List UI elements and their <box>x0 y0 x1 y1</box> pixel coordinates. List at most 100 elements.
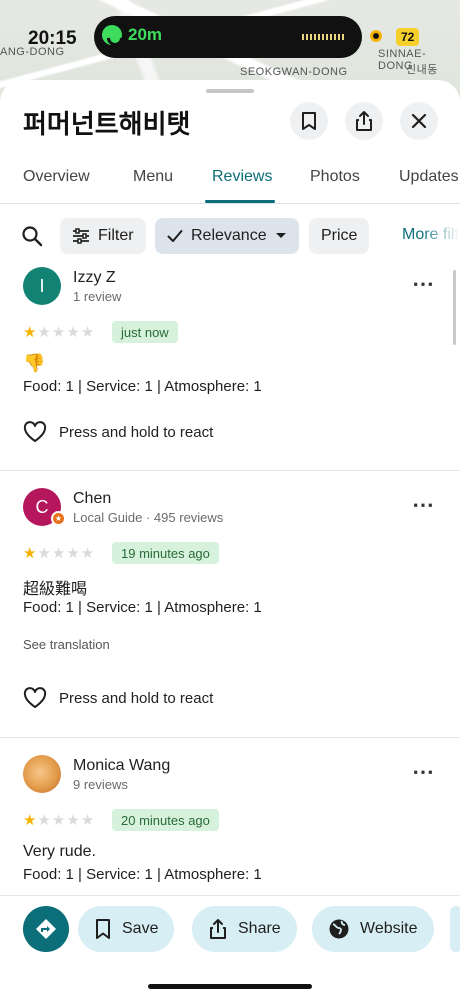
filter-chip[interactable]: Filter <box>60 218 146 254</box>
heart-icon <box>23 421 47 442</box>
map-label: 신내동 <box>406 64 438 76</box>
star-empty-icon: ★ <box>37 324 51 341</box>
review-time: 20 minutes ago <box>112 809 219 831</box>
speed-limit-badge: 72 <box>396 28 420 46</box>
bottom-action-bar: Save Share Website <box>0 895 460 1000</box>
reviewer-name[interactable]: Chen <box>73 490 111 508</box>
star-empty-icon: ★ <box>37 545 51 562</box>
sort-chip-label: Relevance <box>191 227 267 244</box>
react-button[interactable]: Press and hold to react <box>23 421 213 443</box>
review-text: 👎 <box>23 353 46 373</box>
close-icon <box>411 113 427 129</box>
clock: 20:15 <box>28 28 77 49</box>
audio-wave-icon <box>302 34 346 40</box>
website-button[interactable]: Website <box>312 906 434 952</box>
star-rating: ★ ★ ★ ★ ★ <box>23 325 94 340</box>
more-options-icon[interactable]: ⋯ <box>412 759 435 785</box>
more-options-icon[interactable]: ⋯ <box>412 492 435 518</box>
drag-handle[interactable] <box>206 89 254 93</box>
see-translation-link[interactable]: See translation <box>23 637 110 652</box>
check-icon <box>167 230 183 242</box>
tab-updates[interactable]: Updates <box>399 168 459 186</box>
review-time: just now <box>112 321 178 343</box>
more-actions-button[interactable] <box>450 906 460 952</box>
star-empty-icon: ★ <box>51 545 66 562</box>
review-ratings: Food: 1 | Service: 1 | Atmosphere: 1 <box>23 866 262 883</box>
review-ratings: Food: 1 | Service: 1 | Atmosphere: 1 <box>23 599 262 616</box>
star-empty-icon: ★ <box>66 812 80 829</box>
tab-reviews[interactable]: Reviews <box>212 168 272 186</box>
dynamic-island[interactable]: 20m <box>94 16 362 58</box>
review-time: 19 minutes ago <box>112 542 219 564</box>
tab-bar: Overview Menu Reviews Photos Updates <box>0 158 460 204</box>
map-label: SEOKGWAN-DONG <box>240 66 348 78</box>
reviewer-meta: 9 reviews <box>73 777 128 792</box>
sliders-icon <box>73 228 89 244</box>
avatar[interactable]: I <box>23 267 61 305</box>
globe-icon <box>329 919 349 939</box>
active-tab-indicator <box>205 200 275 203</box>
place-sheet: 퍼머넌트해비탯 Overview Menu Reviews Photos Upd… <box>0 80 460 1000</box>
search-icon <box>22 226 43 247</box>
home-indicator[interactable] <box>148 984 312 989</box>
reviewer-meta: 1 review <box>73 289 122 304</box>
share-label: Share <box>238 920 281 937</box>
star-filled-icon: ★ <box>23 545 37 562</box>
react-button[interactable]: Press and hold to react <box>23 687 213 709</box>
directions-button[interactable] <box>23 906 69 952</box>
share-button[interactable] <box>345 102 383 140</box>
bookmark-icon <box>96 919 110 939</box>
reviewer-name[interactable]: Izzy Z <box>73 269 116 287</box>
review-ratings: Food: 1 | Service: 1 | Atmosphere: 1 <box>23 378 262 395</box>
status-bar: 20:15 20m <box>0 14 460 60</box>
star-empty-icon: ★ <box>66 545 80 562</box>
save-label: Save <box>122 920 159 937</box>
chevron-down-icon <box>275 233 286 238</box>
star-rating: ★ ★ ★ ★ ★ <box>23 546 94 561</box>
avatar[interactable] <box>23 755 61 793</box>
price-chip-label: Price <box>321 227 358 244</box>
save-button[interactable]: Save <box>78 906 175 952</box>
star-empty-icon: ★ <box>80 545 95 562</box>
website-label: Website <box>360 920 418 937</box>
location-dot-icon <box>370 30 382 42</box>
sort-relevance-chip[interactable]: Relevance <box>155 218 299 254</box>
divider <box>0 737 460 738</box>
star-empty-icon: ★ <box>51 812 66 829</box>
scrollbar[interactable] <box>453 270 456 345</box>
search-reviews-button[interactable] <box>20 224 44 253</box>
phone-icon <box>102 25 122 45</box>
local-guide-badge-icon: ★ <box>51 511 66 526</box>
tab-overview[interactable]: Overview <box>23 168 90 186</box>
share-icon <box>356 111 372 131</box>
star-empty-icon: ★ <box>51 324 66 341</box>
share-action-button[interactable]: Share <box>192 906 297 952</box>
filter-chips: Filter Relevance Price More filters <box>0 218 460 254</box>
react-label: Press and hold to react <box>59 423 214 441</box>
close-button[interactable] <box>400 102 438 140</box>
star-rating: ★ ★ ★ ★ ★ <box>23 813 94 828</box>
reviewer-name[interactable]: Monica Wang <box>73 757 170 775</box>
price-chip[interactable]: Price <box>309 218 370 254</box>
call-duration: 20m <box>128 25 163 44</box>
star-empty-icon: ★ <box>66 324 80 341</box>
filter-chip-label: Filter <box>98 227 134 244</box>
star-empty-icon: ★ <box>80 324 95 341</box>
bookmark-icon <box>302 112 316 130</box>
bookmark-button[interactable] <box>290 102 328 140</box>
share-icon <box>210 919 226 939</box>
chip-fade-overlay <box>420 218 460 254</box>
divider <box>0 470 460 471</box>
star-filled-icon: ★ <box>23 812 37 829</box>
call-indicator: 20m <box>102 25 162 45</box>
more-options-icon[interactable]: ⋯ <box>412 271 435 297</box>
star-empty-icon: ★ <box>80 812 95 829</box>
directions-icon <box>36 919 56 939</box>
react-label: Press and hold to react <box>59 689 214 707</box>
star-empty-icon: ★ <box>37 812 51 829</box>
tab-photos[interactable]: Photos <box>310 168 360 186</box>
review-text: 超級難喝 <box>23 581 88 598</box>
heart-icon <box>23 687 47 708</box>
tab-menu[interactable]: Menu <box>133 168 173 186</box>
reviewer-meta: Local Guide · 495 reviews <box>73 510 224 525</box>
